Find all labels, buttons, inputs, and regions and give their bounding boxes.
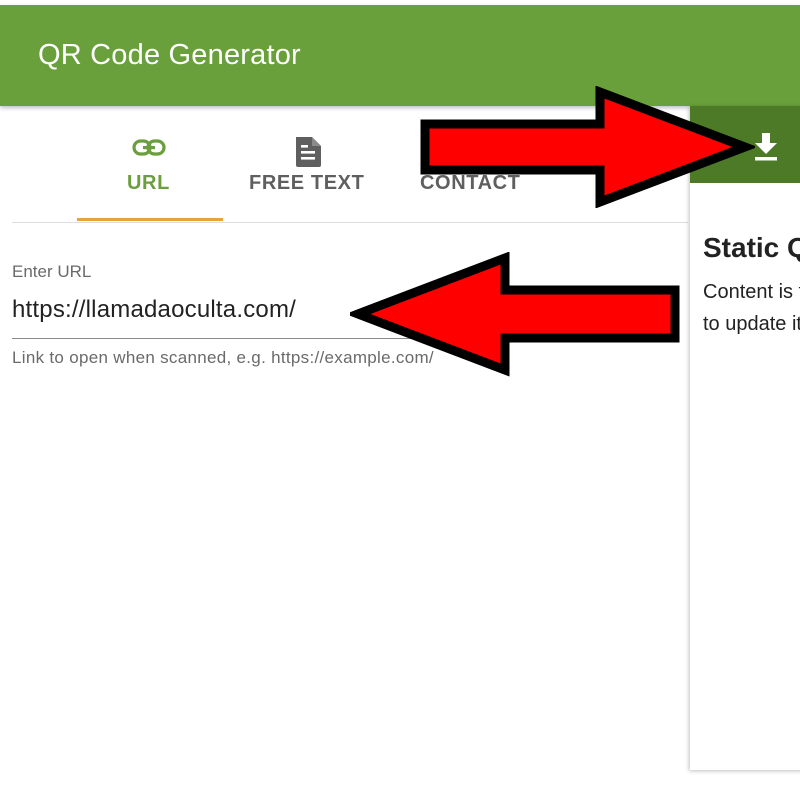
tabs-divider — [12, 222, 688, 223]
download-icon[interactable] — [750, 130, 782, 162]
active-tab-indicator — [77, 218, 223, 221]
side-desc-line-1: Content is fixed — [703, 281, 800, 303]
tab-free-text-label: FREE TEXT — [249, 172, 365, 194]
tab-url[interactable]: URL — [77, 106, 223, 221]
app-bar: QR Code Generator — [0, 5, 800, 106]
tab-free-text[interactable]: FREE TEXT — [238, 106, 384, 221]
side-panel-title: Static QR Code — [703, 232, 800, 263]
side-panel: Static QR Code Content is fixed to updat… — [690, 106, 800, 770]
link-icon — [132, 136, 166, 165]
url-field-label: Enter URL — [12, 262, 92, 281]
document-icon — [293, 136, 323, 173]
tab-contact-label: CONTACT — [420, 172, 521, 194]
url-helper-text: Link to open when scanned, e.g. https://… — [12, 348, 434, 367]
url-input[interactable] — [12, 296, 512, 324]
side-desc-line-2: to update it — [703, 313, 800, 335]
tab-bar: URL FREE TEXT CONTACT — [12, 106, 688, 223]
tab-contact[interactable]: CONTACT — [408, 106, 548, 221]
page: QR Code Generator URL FREE TEXT CONTACT … — [0, 0, 800, 800]
app-title: QR Code Generator — [38, 39, 301, 71]
url-input-underline — [12, 338, 512, 339]
side-panel-header — [690, 106, 800, 183]
tab-url-label: URL — [127, 172, 170, 194]
url-field: Enter URL Link to open when scanned, e.g… — [12, 262, 688, 367]
side-panel-description: Content is fixed to update it — [703, 276, 800, 340]
